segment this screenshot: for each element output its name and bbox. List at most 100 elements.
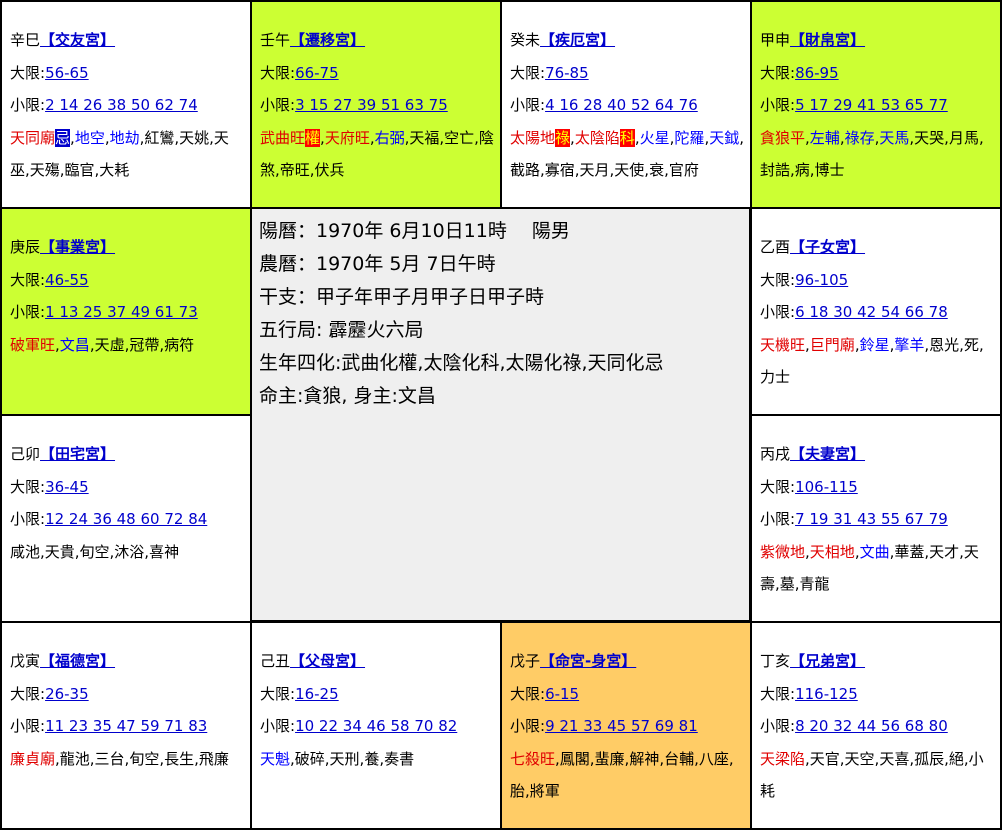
major-limit-label: 大限: — [260, 63, 296, 82]
palace-zinv: 乙酉【子女宮】 大限:96-105 小限:6 18 30 42 54 66 78… — [750, 207, 1002, 416]
minor-limit-link[interactable]: 10 22 34 46 58 70 82 — [295, 717, 457, 735]
star-list: 太陽地祿,太陰陷科,火星,陀羅,天鉞,截路,寡宿,天月,天使,衰,官府 — [510, 122, 746, 187]
minor-limit-label: 小限: — [10, 303, 46, 321]
major-limit-link[interactable]: 106-115 — [795, 478, 858, 496]
palace-name-link[interactable]: 【遷移宮】 — [290, 31, 365, 49]
major-limit-label: 大限: — [260, 684, 296, 703]
palace-ming-shen: 戊子【命宮-身宮】 大限:6-15 小限:9 21 33 45 57 69 81… — [500, 621, 752, 830]
star-text: 地空 — [74, 128, 105, 147]
stem-branch: 己丑 — [260, 652, 291, 670]
major-limit-link[interactable]: 76-85 — [545, 64, 589, 82]
major-limit-link[interactable]: 6-15 — [545, 685, 579, 703]
ming-shen-master: 命主:貪狼, 身主:文昌 — [259, 385, 436, 407]
palace-name-link[interactable]: 【福德宮】 — [40, 652, 115, 670]
palace-name-link[interactable]: 【疾厄宮】 — [540, 31, 615, 49]
star-list: 貪狼平,左輔,祿存,天馬,天哭,月馬,封誥,病,博士 — [760, 122, 996, 187]
star-text: 太陰陷 — [574, 128, 620, 147]
minor-limit-link[interactable]: 2 14 26 38 50 62 74 — [45, 96, 198, 114]
minor-limit-link[interactable]: 1 13 25 37 49 61 73 — [45, 303, 198, 321]
star-text: 天鉞 — [709, 128, 740, 147]
palace-fumu: 己丑【父母宮】 大限:16-25 小限:10 22 34 46 58 70 82… — [250, 621, 502, 830]
palace-xiongdi: 丁亥【兄弟宮】 大限:116-125 小限:8 20 32 44 56 68 8… — [750, 621, 1002, 830]
minor-limit-link[interactable]: 4 16 28 40 52 64 76 — [545, 96, 698, 114]
stem-branch: 癸未 — [510, 31, 541, 49]
star-text: 天馬 — [879, 128, 910, 147]
star-text: 鈴星 — [859, 335, 890, 354]
stem-branch: 辛巳 — [10, 31, 41, 49]
palace-caibo: 甲申【財帛宮】 大限:86-95 小限:5 17 29 41 53 65 77 … — [750, 0, 1002, 209]
stem-branch: 乙酉 — [760, 238, 791, 256]
palace-name-link[interactable]: 【命宮-身宮】 — [540, 652, 636, 670]
star-list: 天梁陷,天官,天空,天喜,孤辰,絕,小耗 — [760, 743, 996, 808]
major-limit-link[interactable]: 116-125 — [795, 685, 858, 703]
stem-branch: 丁亥 — [760, 652, 791, 670]
minor-limit-link[interactable]: 7 19 31 43 55 67 79 — [795, 510, 948, 528]
major-limit-link[interactable]: 46-55 — [45, 271, 89, 289]
star-list: 天魁,破碎,天刑,養,奏書 — [260, 743, 496, 776]
sihua-badge: 科 — [619, 128, 635, 147]
star-text: 武曲旺 — [260, 128, 306, 147]
major-limit-label: 大限: — [510, 63, 546, 82]
stem-branch: 壬午 — [260, 31, 291, 49]
minor-limit-label: 小限: — [510, 717, 546, 735]
stem-branch: 己卯 — [10, 445, 41, 463]
minor-limit-link[interactable]: 9 21 33 45 57 69 81 — [545, 717, 698, 735]
star-list: 咸池,天貴,旬空,沐浴,喜神 — [10, 536, 246, 569]
star-text: 咸池,天貴,旬空,沐浴,喜神 — [10, 542, 180, 561]
minor-limit-label: 小限: — [10, 717, 46, 735]
palace-name-link[interactable]: 【交友宮】 — [40, 31, 115, 49]
palace-jie: 癸未【疾厄宮】 大限:76-85 小限:4 16 28 40 52 64 76 … — [500, 0, 752, 209]
minor-limit-label: 小限: — [760, 717, 796, 735]
palace-name-link[interactable]: 【父母宮】 — [290, 652, 365, 670]
major-limit-link[interactable]: 16-25 — [295, 685, 339, 703]
major-limit-label: 大限: — [10, 270, 46, 289]
major-limit-label: 大限: — [760, 63, 796, 82]
star-text: 天相地 — [809, 542, 855, 561]
minor-limit-link[interactable]: 12 24 36 48 60 72 84 — [45, 510, 207, 528]
star-text: 天梁陷 — [760, 749, 806, 768]
minor-limit-link[interactable]: 6 18 30 42 54 66 78 — [795, 303, 948, 321]
star-list: 破軍旺,文昌,天虛,冠帶,病符 — [10, 329, 246, 362]
star-text: 陀羅 — [674, 128, 705, 147]
star-text: 右弼 — [374, 128, 405, 147]
palace-name-link[interactable]: 【夫妻宮】 — [790, 445, 865, 463]
palace-name-link[interactable]: 【田宅宮】 — [40, 445, 115, 463]
major-limit-link[interactable]: 56-65 — [45, 64, 89, 82]
minor-limit-link[interactable]: 8 20 32 44 56 68 80 — [795, 717, 948, 735]
palace-name-link[interactable]: 【兄弟宮】 — [790, 652, 865, 670]
minor-limit-label: 小限: — [510, 96, 546, 114]
star-text: 火星 — [639, 128, 670, 147]
star-text: 擎羊 — [894, 335, 925, 354]
minor-limit-link[interactable]: 5 17 29 41 53 65 77 — [795, 96, 948, 114]
major-limit-link[interactable]: 86-95 — [795, 64, 839, 82]
sihua-badge: 祿 — [555, 128, 571, 147]
star-text: 貪狼平 — [760, 128, 806, 147]
major-limit-label: 大限: — [760, 270, 796, 289]
major-limit-link[interactable]: 66-75 — [295, 64, 339, 82]
star-text: 七殺旺 — [510, 749, 556, 768]
major-limit-label: 大限: — [10, 684, 46, 703]
palace-shiye: 庚辰【事業宮】 大限:46-55 小限:1 13 25 37 49 61 73 … — [0, 207, 252, 416]
star-text: ,龍池,三台,旬空,長生,飛廉 — [55, 749, 229, 768]
major-limit-label: 大限: — [510, 684, 546, 703]
minor-limit-link[interactable]: 11 23 35 47 59 71 83 — [45, 717, 207, 735]
star-text: ,天虛,冠帶,病符 — [89, 335, 195, 354]
minor-limit-link[interactable]: 3 15 27 39 51 63 75 — [295, 96, 448, 114]
palace-name-link[interactable]: 【事業宮】 — [40, 238, 115, 256]
star-text: 文昌 — [59, 335, 90, 354]
minor-limit-label: 小限: — [10, 96, 46, 114]
major-limit-link[interactable]: 36-45 — [45, 478, 89, 496]
star-text: 紫微地 — [760, 542, 806, 561]
stem-branch: 甲申 — [760, 31, 791, 49]
palace-name-link[interactable]: 【子女宮】 — [790, 238, 865, 256]
palace-jiaoyou: 辛巳【交友宮】 大限:56-65 小限:2 14 26 38 50 62 74 … — [0, 0, 252, 209]
star-list: 天機旺,巨門廟,鈴星,擎羊,恩光,死,力士 — [760, 329, 996, 394]
star-list: 天同廟忌,地空,地劫,紅鸞,天姚,天巫,天殤,臨官,大耗 — [10, 122, 246, 187]
palace-name-link[interactable]: 【財帛宮】 — [790, 31, 865, 49]
major-limit-link[interactable]: 26-35 — [45, 685, 89, 703]
major-limit-link[interactable]: 96-105 — [795, 271, 848, 289]
ziwei-chart: 辛巳【交友宮】 大限:56-65 小限:2 14 26 38 50 62 74 … — [0, 0, 1002, 830]
sihua-badge: 忌 — [55, 128, 71, 147]
star-list: 廉貞廟,龍池,三台,旬空,長生,飛廉 — [10, 743, 246, 776]
star-list: 七殺旺,鳳閣,蜚廉,解神,台輔,八座,胎,將軍 — [510, 743, 746, 808]
